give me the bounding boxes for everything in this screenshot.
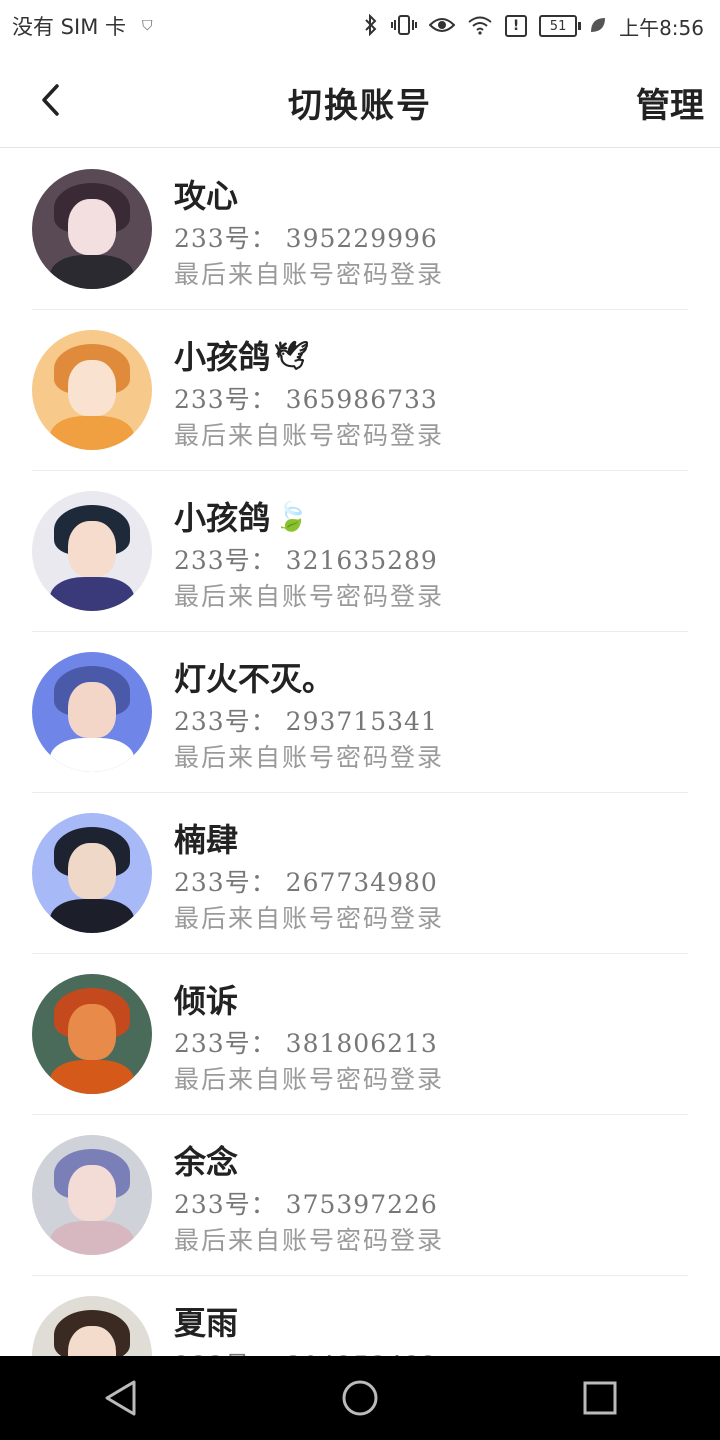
last-login-method: 最后来自账号密码登录 xyxy=(174,904,445,933)
eye-icon xyxy=(428,15,456,38)
status-right: ! 51 上午8:56 xyxy=(363,12,720,41)
account-row[interactable]: 灯火不灭。 233号： 293715341 最后来自账号密码登录 xyxy=(32,632,688,793)
back-triangle-icon xyxy=(105,1380,136,1416)
account-row[interactable]: 攻心 233号： 395229996 最后来自账号密码登录 xyxy=(32,149,688,310)
status-left: 没有 SIM 卡 ⛉ xyxy=(0,11,153,41)
account-badge-icon: 🍃 xyxy=(274,499,309,533)
clock-time: 上午8:56 xyxy=(619,15,704,40)
page-title: 切换账号 xyxy=(288,86,432,126)
manage-button[interactable]: 管理 xyxy=(636,78,704,127)
leaf-icon xyxy=(589,16,607,37)
account-badge-icon: 🕊 xyxy=(274,338,310,372)
account-name-line: 小孩鸽 🕊 xyxy=(174,332,310,378)
avatar-body xyxy=(50,255,134,289)
avatar xyxy=(32,169,152,289)
account-name: 倾诉 xyxy=(174,982,239,1020)
account-name-line: 倾诉 xyxy=(174,976,242,1022)
avatar-body xyxy=(50,1060,134,1094)
account-name-line: 灯火不灭。 xyxy=(174,654,338,700)
account-name-line: 余念 xyxy=(174,1137,242,1183)
account-id: 233号： 321635289 xyxy=(174,546,438,575)
nav-recents-button[interactable] xyxy=(570,1368,630,1428)
account-row[interactable]: 楠肆 233号： 267734980 最后来自账号密码登录 xyxy=(32,793,688,954)
avatar-face xyxy=(68,521,116,577)
account-row[interactable]: 夏雨 233号： 304253432 最后来自账号密码登录 xyxy=(32,1276,688,1356)
vibrate-icon xyxy=(391,14,418,39)
avatar xyxy=(32,974,152,1094)
avatar xyxy=(32,1296,152,1356)
avatar xyxy=(32,1135,152,1255)
recents-square-icon xyxy=(583,1381,617,1415)
nav-home-button[interactable] xyxy=(330,1368,390,1428)
account-row[interactable]: 小孩鸽 🕊 233号： 365986733 最后来自账号密码登录 xyxy=(32,310,688,471)
account-name-line: 楠肆 xyxy=(174,815,242,861)
avatar-face xyxy=(68,843,116,899)
account-row[interactable]: 倾诉 233号： 381806213 最后来自账号密码登录 xyxy=(32,954,688,1115)
bluetooth-icon xyxy=(363,13,379,39)
carrier-text: 没有 SIM 卡 xyxy=(12,15,126,39)
last-login-method: 最后来自账号密码登录 xyxy=(174,1065,445,1094)
avatar xyxy=(32,813,152,933)
wifi-icon xyxy=(467,15,493,38)
account-name-line: 小孩鸽 🍃 xyxy=(174,493,309,539)
avatar-body xyxy=(50,577,134,611)
account-id: 233号： 375397226 xyxy=(174,1190,438,1219)
account-id: 233号： 365986733 xyxy=(174,385,438,414)
account-row[interactable]: 小孩鸽 🍃 233号： 321635289 最后来自账号密码登录 xyxy=(32,471,688,632)
account-row[interactable]: 余念 233号： 375397226 最后来自账号密码登录 xyxy=(32,1115,688,1276)
account-name: 小孩鸽 xyxy=(174,499,271,537)
avatar-body xyxy=(50,1221,134,1255)
account-name: 余念 xyxy=(174,1143,239,1181)
avatar-face xyxy=(68,360,116,416)
account-id: 233号： 381806213 xyxy=(174,1029,438,1058)
alert-icon: ! xyxy=(505,15,528,37)
avatar-face xyxy=(68,682,116,738)
avatar-face xyxy=(68,199,116,255)
account-id: 233号： 304253432 xyxy=(174,1346,438,1356)
nav-back-button[interactable] xyxy=(90,1368,150,1428)
avatar-body xyxy=(50,899,134,933)
last-login-method: 最后来自账号密码登录 xyxy=(174,743,445,772)
account-name: 灯火不灭。 xyxy=(174,660,335,698)
avatar xyxy=(32,652,152,772)
last-login-method: 最后来自账号密码登录 xyxy=(174,421,445,450)
account-list[interactable]: 攻心 233号： 395229996 最后来自账号密码登录 小孩鸽 🕊 233号… xyxy=(0,149,720,1356)
home-circle-icon xyxy=(342,1380,378,1416)
account-name: 楠肆 xyxy=(174,821,239,859)
last-login-method: 最后来自账号密码登录 xyxy=(174,260,445,289)
account-id: 233号： 293715341 xyxy=(174,707,438,736)
last-login-method: 最后来自账号密码登录 xyxy=(174,582,445,611)
avatar-face xyxy=(68,1165,116,1221)
avatar-body xyxy=(50,738,134,772)
account-id: 233号： 267734980 xyxy=(174,868,438,897)
shield-icon: ⛉ xyxy=(142,18,153,34)
last-login-method: 最后来自账号密码登录 xyxy=(174,1226,445,1255)
system-nav-bar xyxy=(0,1356,720,1440)
account-name: 攻心 xyxy=(174,177,239,215)
status-bar: 没有 SIM 卡 ⛉ ! 51 上午8:56 xyxy=(0,0,720,52)
avatar-face xyxy=(68,1004,116,1060)
avatar xyxy=(32,330,152,450)
avatar xyxy=(32,491,152,611)
avatar-body xyxy=(50,416,134,450)
account-id: 233号： 395229996 xyxy=(174,224,438,253)
account-name-line: 夏雨 xyxy=(174,1298,242,1344)
account-name: 夏雨 xyxy=(174,1304,239,1342)
account-name-line: 攻心 xyxy=(174,171,242,217)
account-name: 小孩鸽 xyxy=(174,338,271,376)
top-app-bar: 切换账号 管理 xyxy=(0,52,720,148)
battery-icon: 51 xyxy=(539,15,582,37)
